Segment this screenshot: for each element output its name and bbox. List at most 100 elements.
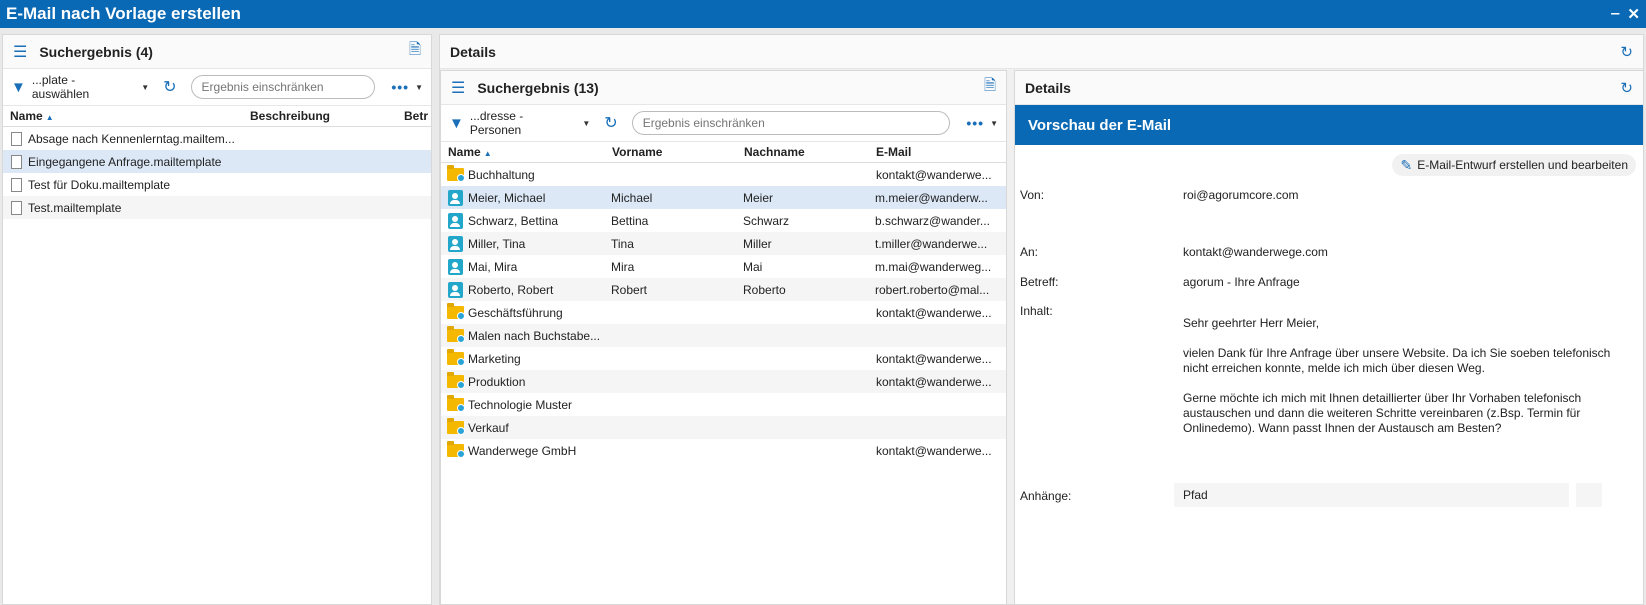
row-email: kontakt@wanderwe... <box>876 351 992 366</box>
row-name: Buchhaltung <box>468 167 535 182</box>
details-outer-title: Details <box>450 43 496 60</box>
row-name: Schwarz, Bettina <box>468 213 559 228</box>
table-row[interactable]: Roberto, Robert Robert Roberto robert.rober… <box>441 278 1006 301</box>
row-email: t.miller@wanderwe... <box>875 236 988 251</box>
table-row[interactable]: Wanderwege GmbH kontakt@wanderwe... <box>441 439 1006 462</box>
row-lastname: Miller <box>743 236 772 251</box>
row-name: Absage nach Kennenlerntag.mailtem... <box>28 131 235 146</box>
table-row[interactable]: Mai, Mira Mira Mai m.mai@wanderweg... <box>441 255 1006 278</box>
address-filter-dropdown[interactable]: ...dresse - Personen <box>470 109 577 137</box>
create-draft-button[interactable]: ✎ E-Mail-Entwurf erstellen und bearbeite… <box>1392 154 1636 176</box>
row-email: kontakt@wanderwe... <box>876 374 992 389</box>
row-email: kontakt@wanderwe... <box>876 443 992 458</box>
chevron-down-icon[interactable]: ▼ <box>582 119 590 128</box>
funnel-icon[interactable]: ▼ <box>11 79 26 96</box>
table-row[interactable]: Produktion kontakt@wanderwe... <box>441 370 1006 393</box>
row-name: Test.mailtemplate <box>28 200 122 215</box>
column-firstname[interactable]: Vorname <box>606 145 738 159</box>
search-input[interactable] <box>190 75 376 99</box>
column-name[interactable]: Name ▲ <box>3 109 244 123</box>
row-name: Verkauf <box>468 420 509 435</box>
left-panel-header: ☰ Suchergebnis (4) 🗎 <box>3 35 431 69</box>
search-input[interactable] <box>631 111 951 135</box>
right-panel-header: Details ↻ <box>1015 71 1643 105</box>
column-name[interactable]: Name ▲ <box>441 145 606 159</box>
table-row[interactable]: Miller, Tina Tina Miller t.miller@wanderwe.… <box>441 232 1006 255</box>
table-row[interactable]: Schwarz, Bettina Bettina Schwarz b.schwarz@… <box>441 209 1006 232</box>
middle-toolbar: ▼ ...dresse - Personen ▼ ↻ ••• ▼ <box>441 105 1006 141</box>
column-email[interactable]: E-Mail <box>870 145 995 159</box>
file-icon <box>11 177 22 192</box>
refresh-icon[interactable]: ↻ <box>1620 79 1633 97</box>
folder-icon <box>447 349 465 366</box>
refresh-icon[interactable]: ↻ <box>1620 43 1633 61</box>
person-icon <box>448 258 463 275</box>
table-row[interactable]: Meier, Michael Michael Meier m.meier@wander… <box>441 186 1006 209</box>
table-row[interactable]: Malen nach Buchstabe... <box>441 324 1006 347</box>
left-toolbar: ▼ ...plate - auswählen ▼ ↻ ••• ▼ <box>3 69 431 105</box>
row-name: Test für Doku.mailtemplate <box>28 177 171 192</box>
document-icon[interactable]: 🗎 <box>984 75 996 100</box>
person-icon <box>448 281 463 298</box>
chevron-down-icon[interactable]: ▼ <box>990 119 998 128</box>
row-firstname: Robert <box>611 282 648 297</box>
create-draft-label: E-Mail-Entwurf erstellen und bearbeiten <box>1417 158 1628 172</box>
row-firstname: Tina <box>611 236 634 251</box>
preview-heading: Vorschau der E-Mail <box>1015 105 1643 145</box>
file-icon <box>11 154 22 169</box>
row-name: Mai, Mira <box>468 259 518 274</box>
row-email: b.schwarz@wander... <box>875 213 990 228</box>
column-description[interactable]: Beschreibung <box>244 109 398 123</box>
middle-table-header: Name ▲ Vorname Nachname E-Mail <box>441 141 1006 163</box>
table-row[interactable]: Absage nach Kennenlerntag.mailtem... <box>3 127 431 150</box>
table-row[interactable]: Marketing kontakt@wanderwe... <box>441 347 1006 370</box>
row-lastname: Schwarz <box>743 213 790 228</box>
middle-panel-header: ☰ Suchergebnis (13) 🗎 <box>441 71 1006 105</box>
row-name: Eingegangene Anfrage.mailtemplate <box>28 154 222 169</box>
table-row[interactable]: Buchhaltung kontakt@wanderwe... <box>441 163 1006 186</box>
chevron-down-icon[interactable]: ▼ <box>141 83 149 92</box>
hamburger-icon[interactable]: ☰ <box>451 78 465 98</box>
row-name: Produktion <box>468 374 526 389</box>
row-firstname: Mira <box>611 259 635 274</box>
table-row[interactable]: Geschäftsführung kontakt@wanderwe... <box>441 301 1006 324</box>
column-lastname[interactable]: Nachname <box>738 145 870 159</box>
document-icon[interactable]: 🗎 <box>409 39 421 64</box>
close-icon[interactable]: ✕ <box>1627 5 1640 23</box>
folder-icon <box>447 326 465 343</box>
folder-icon <box>447 395 465 412</box>
refresh-icon[interactable]: ↻ <box>604 113 617 133</box>
right-panel-title: Details <box>1025 79 1071 96</box>
hamburger-icon[interactable]: ☰ <box>13 42 27 62</box>
row-name: Miller, Tina <box>468 236 526 251</box>
row-name: Technologie Muster <box>468 397 573 412</box>
table-row[interactable]: Verkauf <box>441 416 1006 439</box>
row-name: Marketing <box>468 351 521 366</box>
left-panel: ☰ Suchergebnis (4) 🗎 ▼ ...plate - auswäh… <box>2 34 432 605</box>
more-options-icon[interactable]: ••• <box>966 115 984 131</box>
left-table-header: Name ▲ Beschreibung Betr <box>3 105 431 127</box>
person-icon <box>448 189 463 206</box>
template-filter-dropdown[interactable]: ...plate - auswählen <box>32 73 135 101</box>
row-email: robert.roberto@mal... <box>875 282 990 297</box>
table-row[interactable]: Test für Doku.mailtemplate <box>3 173 431 196</box>
table-row[interactable]: Test.mailtemplate <box>3 196 431 219</box>
table-row[interactable]: Eingegangene Anfrage.mailtemplate <box>3 150 431 173</box>
row-lastname: Meier <box>743 190 774 205</box>
file-icon <box>11 131 22 146</box>
funnel-icon[interactable]: ▼ <box>449 115 464 132</box>
right-panel: Details ↻ Vorschau der E-Mail <box>1014 70 1644 605</box>
more-options-icon[interactable]: ••• <box>391 79 409 95</box>
minimize-icon[interactable]: ‒ <box>1611 5 1619 23</box>
refresh-icon[interactable]: ↻ <box>163 77 176 97</box>
folder-icon <box>447 303 465 320</box>
window-title: E-Mail nach Vorlage erstellen <box>6 4 241 23</box>
folder-icon <box>447 372 465 389</box>
sort-asc-icon: ▲ <box>45 113 54 122</box>
chevron-down-icon[interactable]: ▼ <box>415 83 423 92</box>
row-lastname: Mai <box>743 259 763 274</box>
column-subject[interactable]: Betr <box>398 109 431 123</box>
row-firstname: Michael <box>611 190 653 205</box>
table-row[interactable]: Technologie Muster <box>441 393 1006 416</box>
middle-panel-title: Suchergebnis (13) <box>477 79 599 96</box>
